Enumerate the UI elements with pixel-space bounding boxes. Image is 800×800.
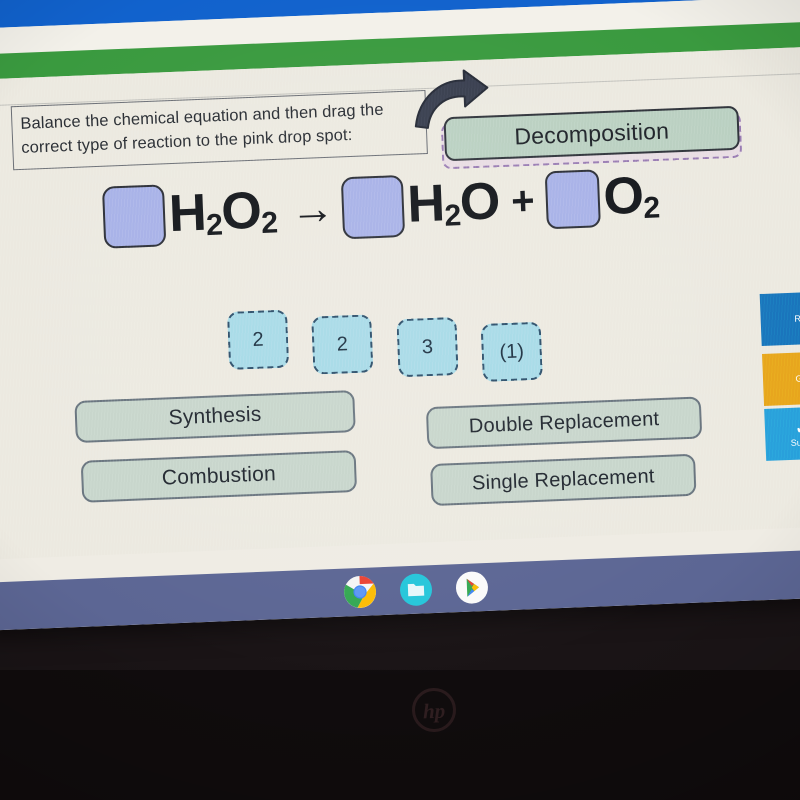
rail-button-label: R (794, 313, 800, 324)
prompt-text: Balance the chemical equation and then d… (10, 90, 428, 170)
reaction-option-double-replacement[interactable]: Double Replacement (425, 396, 703, 450)
number-tile-label: (1) (499, 339, 525, 363)
check-icon: ✔ (795, 420, 800, 438)
formula-h2o: H2O (406, 171, 501, 234)
laptop-screen: ♥ Balance the chemical equation and then… (0, 0, 800, 631)
number-tile-label: 3 (421, 335, 434, 358)
placed-answer-label: Decomposition (513, 116, 670, 150)
reaction-option-label: Single Replacement (471, 464, 655, 494)
chrome-icon[interactable] (342, 574, 377, 609)
number-tile[interactable]: (1) (480, 321, 543, 382)
plus-sign: + (510, 178, 535, 224)
formula-h2o2: H2O2 (167, 181, 278, 243)
reaction-option-label: Double Replacement (468, 407, 660, 438)
rail-button-label: Subm (790, 437, 800, 448)
rail-button-label: Gi (795, 373, 800, 384)
formula-o2: O2 (602, 166, 660, 226)
files-icon[interactable] (398, 572, 433, 607)
coefficient-blank-product-1[interactable] (340, 174, 405, 240)
number-tile[interactable]: 3 (396, 316, 459, 378)
chemical-equation: H2O2 → H2O + O2 (101, 165, 660, 249)
number-tile-label: 2 (336, 332, 349, 356)
number-tile-label: 2 (252, 328, 265, 351)
reaction-option-label: Synthesis (168, 402, 262, 430)
laptop-photo: ♥ Balance the chemical equation and then… (0, 0, 800, 800)
reaction-option-combustion[interactable]: Combustion (80, 450, 358, 503)
rail-button-give-up[interactable]: Gi (762, 351, 800, 406)
rail-button-submit[interactable]: ✔ Subm (764, 406, 800, 461)
number-tile[interactable]: 2 (226, 309, 290, 370)
hp-logo: hp (411, 687, 457, 733)
yields-arrow: → (289, 183, 335, 235)
rail-button-retry[interactable]: R (759, 291, 800, 347)
quiz-page: Balance the chemical equation and then d… (0, 45, 800, 560)
reaction-option-single-replacement[interactable]: Single Replacement (430, 453, 697, 507)
number-tile[interactable]: 2 (311, 314, 374, 375)
reaction-option-label: Combustion (161, 462, 277, 490)
coefficient-blank-reactant-1[interactable] (101, 184, 167, 249)
coefficient-blank-product-2[interactable] (544, 169, 601, 230)
play-store-icon[interactable] (454, 570, 489, 605)
reaction-option-synthesis[interactable]: Synthesis (74, 390, 356, 444)
